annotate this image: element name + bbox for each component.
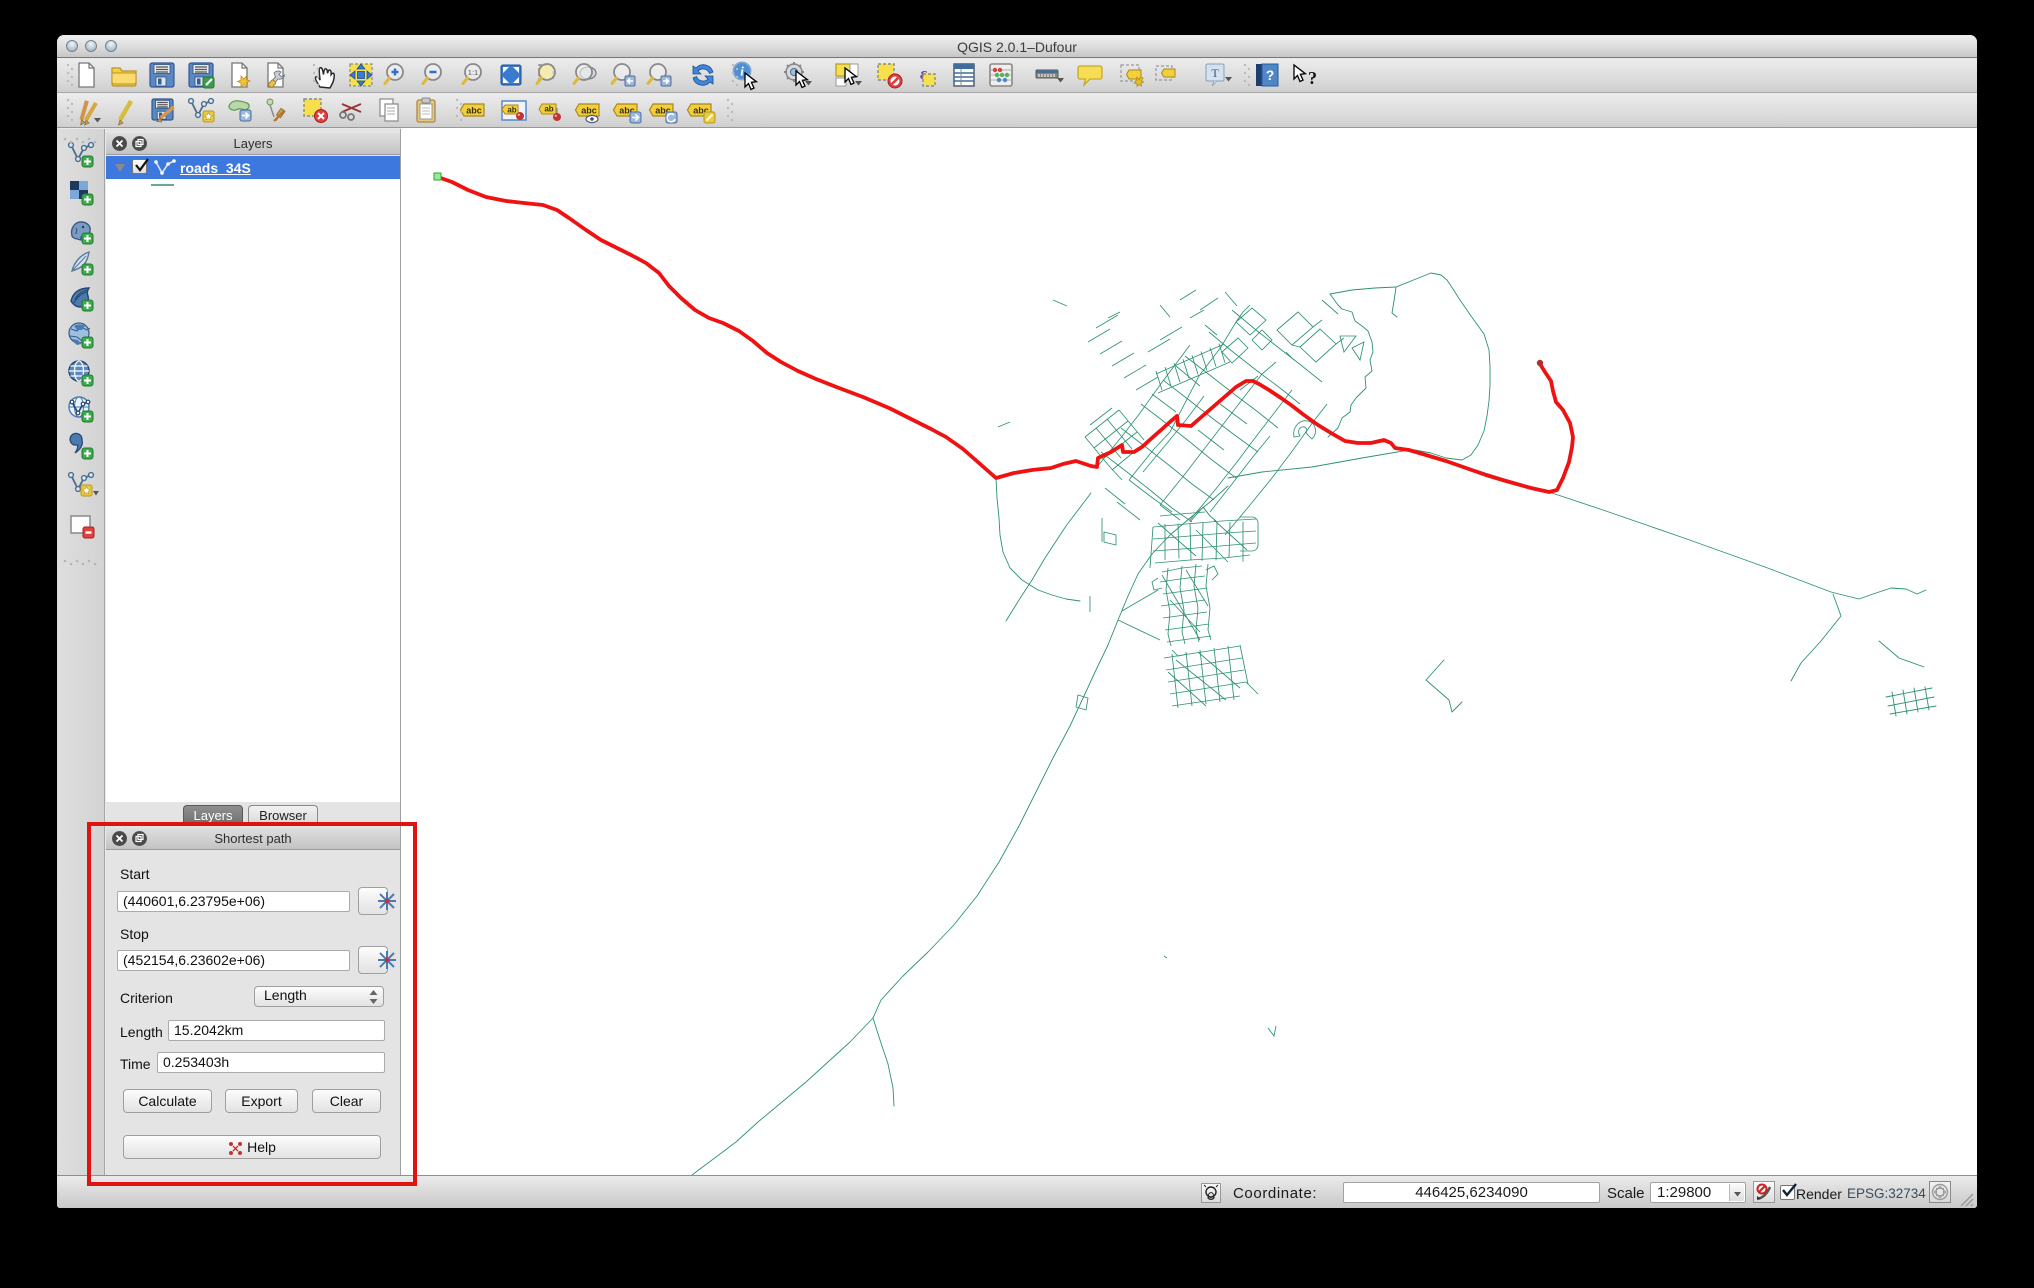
svg-text:T: T [1211, 66, 1219, 80]
svg-text:i: i [740, 64, 744, 79]
svg-text:ab: ab [507, 106, 516, 115]
svg-text:abc: abc [466, 106, 482, 116]
svg-text:abc: abc [581, 106, 597, 116]
svg-text:?: ? [1266, 67, 1275, 83]
svg-text:1:1: 1:1 [468, 68, 478, 77]
svg-text:?: ? [1308, 68, 1317, 88]
svg-text:ab: ab [544, 105, 553, 114]
